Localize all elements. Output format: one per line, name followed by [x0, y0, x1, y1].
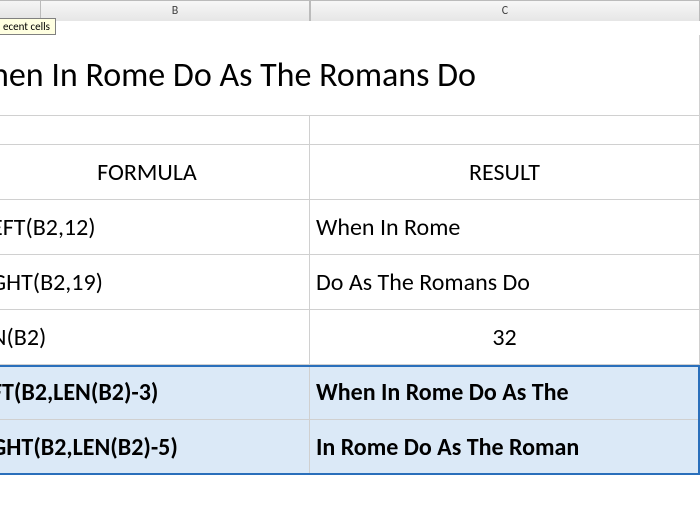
result-cell[interactable]: 32 — [310, 310, 700, 365]
column-header-c[interactable]: C — [310, 1, 700, 21]
spreadsheet-viewport: B C ecent cells hen In Rome Do As The Ro… — [0, 0, 700, 525]
result-cell[interactable]: When In Rome — [310, 200, 700, 255]
formula-cell[interactable]: EFT(B2,12) — [0, 200, 310, 255]
title-cell[interactable]: hen In Rome Do As The Romans Do — [0, 35, 700, 115]
result-cell[interactable]: In Rome Do As The Roman — [310, 420, 700, 475]
column-header-strip: B C — [0, 0, 700, 20]
column-header-b[interactable]: B — [40, 1, 310, 21]
spacer-b[interactable] — [0, 115, 310, 145]
formula-cell[interactable]: N(B2) — [0, 310, 310, 365]
formula-cell[interactable]: GHT(B2,LEN(B2)-5) — [0, 420, 310, 475]
header-result[interactable]: RESULT — [310, 145, 700, 200]
spacer-c[interactable] — [310, 115, 700, 145]
grid[interactable]: hen In Rome Do As The Romans Do FORMULA … — [0, 20, 700, 525]
formula-cell[interactable]: GHT(B2,19) — [0, 255, 310, 310]
result-cell[interactable]: When In Rome Do As The — [310, 365, 700, 420]
formula-cell[interactable]: FT(B2,LEN(B2)-3) — [0, 365, 310, 420]
header-formula[interactable]: FORMULA — [0, 145, 310, 200]
result-cell[interactable]: Do As The Romans Do — [310, 255, 700, 310]
